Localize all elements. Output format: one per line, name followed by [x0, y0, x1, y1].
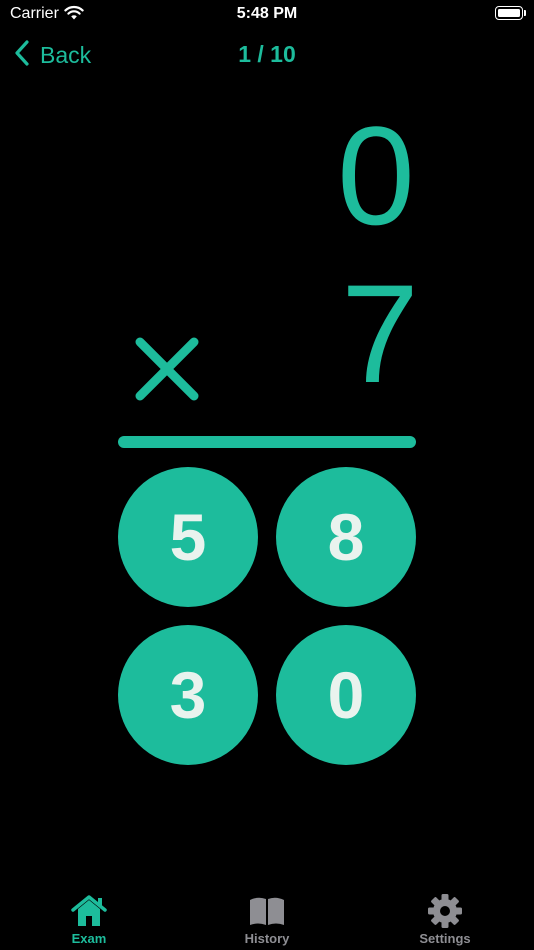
- answer-button-3[interactable]: 3: [118, 625, 258, 765]
- gear-icon: [425, 892, 465, 930]
- home-icon: [69, 892, 109, 930]
- tab-history[interactable]: History: [207, 892, 327, 946]
- status-time: 5:48 PM: [236, 5, 298, 22]
- top-operand: 0: [337, 97, 415, 254]
- book-icon: [247, 892, 287, 930]
- tab-exam[interactable]: Exam: [29, 892, 149, 946]
- answer-button-1[interactable]: 5: [118, 467, 258, 607]
- question-progress: 1 / 10: [238, 41, 296, 67]
- tab-history-label: History: [244, 931, 290, 946]
- answer-button-2[interactable]: 8: [276, 467, 416, 607]
- battery-tip: [524, 10, 526, 16]
- tab-settings-label: Settings: [419, 931, 471, 946]
- tab-exam-label: Exam: [71, 931, 107, 946]
- answer-options: 5 8 3 0: [118, 467, 418, 765]
- answer-line: [118, 436, 416, 448]
- status-bar: Carrier 5:48 PM: [0, 0, 534, 30]
- battery-full-icon: [495, 6, 523, 20]
- multiply-icon: [134, 336, 200, 407]
- answer-button-4[interactable]: 0: [276, 625, 416, 765]
- tab-bar: Exam History Settings: [0, 884, 534, 950]
- bottom-operand: 7: [341, 255, 419, 412]
- tab-settings[interactable]: Settings: [385, 892, 505, 946]
